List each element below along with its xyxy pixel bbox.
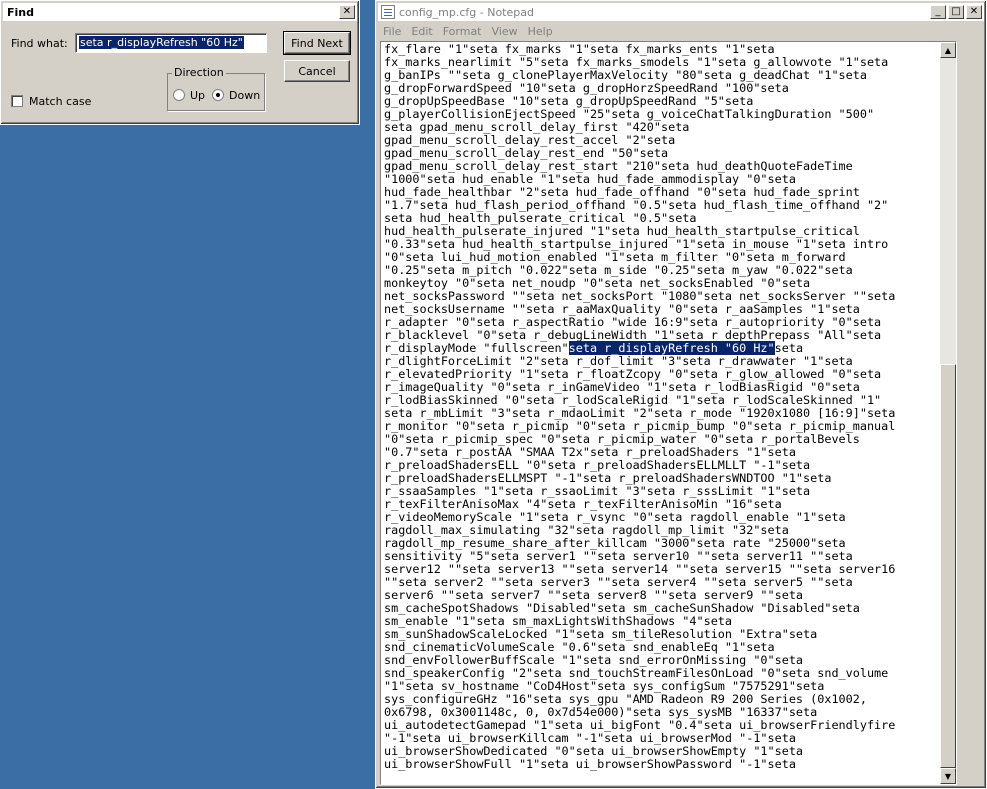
- menu-format[interactable]: Format: [438, 25, 487, 38]
- up-label[interactable]: Up: [190, 89, 205, 102]
- notepad-window: config_mp.cfg - Notepad _ □ ✕ File Edit …: [375, 0, 987, 789]
- file-content[interactable]: fx_flare "1"seta fx_marks "1"seta fx_mar…: [384, 43, 941, 771]
- notepad-titlebar[interactable]: config_mp.cfg - Notepad _ □ ✕: [378, 3, 984, 21]
- menu-view[interactable]: View: [487, 25, 523, 38]
- menu-file[interactable]: File: [378, 25, 406, 38]
- find-dialog: Find ✕ Find what: seta r_displayRefresh …: [0, 0, 360, 125]
- up-radio[interactable]: [173, 89, 185, 101]
- close-icon[interactable]: ✕: [339, 5, 355, 19]
- notepad-title: config_mp.cfg - Notepad: [399, 5, 534, 19]
- find-what-label: Find what:: [11, 37, 68, 50]
- minimize-icon[interactable]: _: [930, 5, 946, 19]
- down-radio[interactable]: [212, 89, 224, 101]
- maximize-icon[interactable]: □: [948, 5, 964, 19]
- find-next-button[interactable]: Find Next: [283, 31, 351, 55]
- line-text-before: r_displayMode "fullscreen": [384, 341, 569, 355]
- menu-edit[interactable]: Edit: [406, 25, 437, 38]
- vertical-scrollbar[interactable]: ▲ ▼: [940, 42, 956, 784]
- match-case-label[interactable]: Match case: [29, 95, 91, 108]
- search-match-highlight: seta r_displayRefresh "60 Hz": [568, 341, 775, 355]
- text-line: ui_browserShowFull "1"seta ui_browserSho…: [384, 757, 796, 771]
- scroll-down-icon[interactable]: ▼: [940, 768, 956, 784]
- notepad-app-icon: [381, 5, 395, 19]
- direction-label: Direction: [172, 66, 226, 79]
- scroll-thumb[interactable]: [940, 364, 956, 768]
- down-label[interactable]: Down: [229, 89, 260, 102]
- cancel-button[interactable]: Cancel: [284, 60, 350, 82]
- close-icon[interactable]: ✕: [966, 5, 982, 19]
- line-text-after: seta: [774, 341, 804, 355]
- find-what-input[interactable]: seta r_displayRefresh "60 Hz": [75, 33, 267, 53]
- match-case-checkbox[interactable]: [11, 95, 23, 107]
- find-dialog-title: Find: [7, 5, 34, 19]
- scroll-up-icon[interactable]: ▲: [940, 42, 956, 58]
- find-what-value: seta r_displayRefresh "60 Hz": [79, 36, 244, 49]
- menu-help[interactable]: Help: [523, 25, 558, 38]
- menu-bar: File Edit Format View Help: [378, 23, 984, 40]
- text-editor[interactable]: fx_flare "1"seta fx_marks "1"seta fx_mar…: [380, 41, 957, 785]
- find-dialog-titlebar[interactable]: Find ✕: [3, 3, 357, 21]
